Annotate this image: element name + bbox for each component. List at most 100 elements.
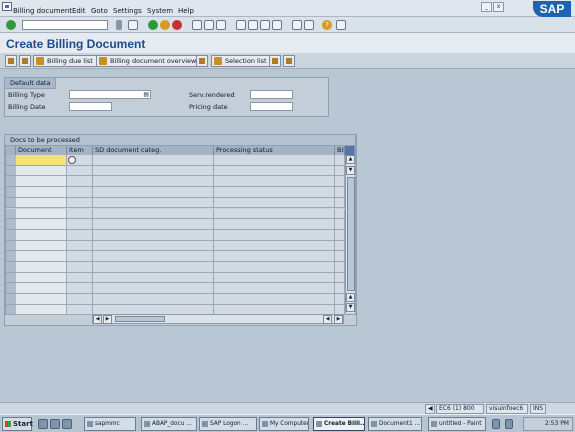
menu-billing-document[interactable]: Billing document [13, 7, 72, 15]
table-cell[interactable] [214, 240, 335, 252]
table-cell[interactable] [93, 283, 214, 295]
minimize-button[interactable]: _ [481, 2, 492, 12]
enter-icon[interactable] [6, 20, 16, 30]
table-cell[interactable] [16, 176, 67, 188]
table-cell[interactable] [16, 272, 67, 284]
menu-goto[interactable]: Goto [91, 7, 108, 15]
taskbar-item-sap-logon[interactable]: SAP Logon ... [199, 417, 257, 431]
menu-help[interactable]: Help [178, 7, 194, 15]
table-cell[interactable] [214, 187, 335, 198]
taskbar-item-abap-docu[interactable]: ABAP_docu ... [141, 417, 197, 431]
table-cell[interactable] [93, 272, 214, 284]
table-cell[interactable] [335, 155, 345, 166]
column-document[interactable]: Document [16, 146, 67, 155]
table-cell[interactable] [67, 155, 93, 166]
row-selector[interactable] [6, 272, 16, 284]
find-icon[interactable] [204, 20, 214, 30]
new-session-icon[interactable] [292, 20, 302, 30]
taskbar-item-paint[interactable]: untitled - Paint [428, 417, 486, 431]
table-cell[interactable] [67, 240, 93, 252]
row-selector[interactable] [6, 229, 16, 241]
language-icon[interactable] [492, 419, 500, 429]
table-cell[interactable] [16, 155, 67, 166]
table-cell[interactable] [67, 165, 93, 177]
table-cell[interactable] [67, 229, 93, 241]
table-cell[interactable] [93, 165, 214, 177]
billing-date-input[interactable] [69, 102, 112, 111]
select-all-header[interactable] [6, 146, 16, 155]
table-cell[interactable] [335, 240, 345, 252]
desktop-icon[interactable] [50, 419, 60, 429]
table-cell[interactable] [335, 229, 345, 241]
back-icon[interactable] [148, 20, 158, 30]
row-selector[interactable] [6, 304, 16, 316]
table-cell[interactable] [16, 165, 67, 177]
app-icon[interactable] [62, 419, 72, 429]
layout-menu-icon[interactable] [336, 20, 346, 30]
ie-icon[interactable] [38, 419, 48, 429]
column-item[interactable]: Item [67, 146, 93, 155]
table-cell[interactable] [214, 176, 335, 188]
table-cell[interactable] [214, 283, 335, 295]
table-cell[interactable] [335, 272, 345, 284]
help-icon[interactable]: ? [322, 20, 332, 30]
table-cell[interactable] [214, 262, 335, 273]
row-selector[interactable] [6, 262, 16, 273]
row-selector[interactable] [6, 208, 16, 220]
table-cell[interactable] [16, 283, 67, 295]
table-cell[interactable] [214, 219, 335, 230]
cancel-icon[interactable] [172, 20, 182, 30]
table-cell[interactable] [16, 208, 67, 220]
table-cell[interactable] [67, 283, 93, 295]
close-button[interactable]: x [493, 2, 504, 12]
table-cell[interactable] [93, 240, 214, 252]
table-cell[interactable] [93, 187, 214, 198]
scroll-page-down-icon[interactable]: ▲ [346, 293, 355, 302]
display-icon[interactable] [19, 55, 31, 67]
scroll-page-up-icon[interactable]: ▼ [346, 166, 355, 175]
table-cell[interactable] [335, 251, 345, 262]
document-icon[interactable] [196, 55, 208, 67]
table-cell[interactable] [16, 262, 67, 273]
table-cell[interactable] [93, 176, 214, 188]
variant-icon[interactable] [283, 55, 295, 67]
column-billing[interactable]: Billi [335, 146, 345, 155]
table-cell[interactable] [335, 283, 345, 295]
taskbar-item-create-billing[interactable]: Create Billi... [313, 417, 365, 431]
table-cell[interactable] [16, 229, 67, 241]
table-cell[interactable] [214, 165, 335, 177]
exit-icon[interactable] [160, 20, 170, 30]
table-cell[interactable] [335, 187, 345, 198]
table-cell[interactable] [16, 251, 67, 262]
table-cell[interactable] [335, 294, 345, 305]
table-cell[interactable] [93, 155, 214, 166]
settings-icon[interactable] [269, 55, 281, 67]
row-selector[interactable] [6, 219, 16, 230]
menu-system[interactable]: System [147, 7, 173, 15]
scroll-left-end-icon[interactable]: ◀ [323, 315, 332, 324]
table-cell[interactable] [335, 197, 345, 209]
table-cell[interactable] [335, 176, 345, 188]
row-selector[interactable] [6, 251, 16, 262]
table-cell[interactable] [16, 304, 67, 316]
column-processing-status[interactable]: Processing status [214, 146, 335, 155]
network-icon[interactable] [505, 419, 513, 429]
table-cell[interactable] [67, 304, 93, 316]
table-cell[interactable] [93, 251, 214, 262]
horizontal-scroll-thumb[interactable] [115, 316, 165, 322]
status-arrow-icon[interactable]: ◀ [425, 404, 435, 414]
dropdown-icon[interactable]: ▤ [143, 91, 149, 98]
table-cell[interactable] [16, 219, 67, 230]
row-selector[interactable] [6, 294, 16, 305]
history-icon[interactable] [116, 20, 122, 30]
table-cell[interactable] [67, 262, 93, 273]
menu-settings[interactable]: Settings [113, 7, 142, 15]
save-icon[interactable] [128, 20, 138, 30]
start-button[interactable]: Start [2, 417, 33, 431]
column-sd-document-categ[interactable]: SD document categ. [93, 146, 214, 155]
column-settings-icon[interactable] [345, 146, 355, 155]
billing-type-input[interactable]: ▤ [69, 90, 151, 99]
table-cell[interactable] [335, 165, 345, 177]
table-cell[interactable] [67, 251, 93, 262]
table-cell[interactable] [93, 219, 214, 230]
